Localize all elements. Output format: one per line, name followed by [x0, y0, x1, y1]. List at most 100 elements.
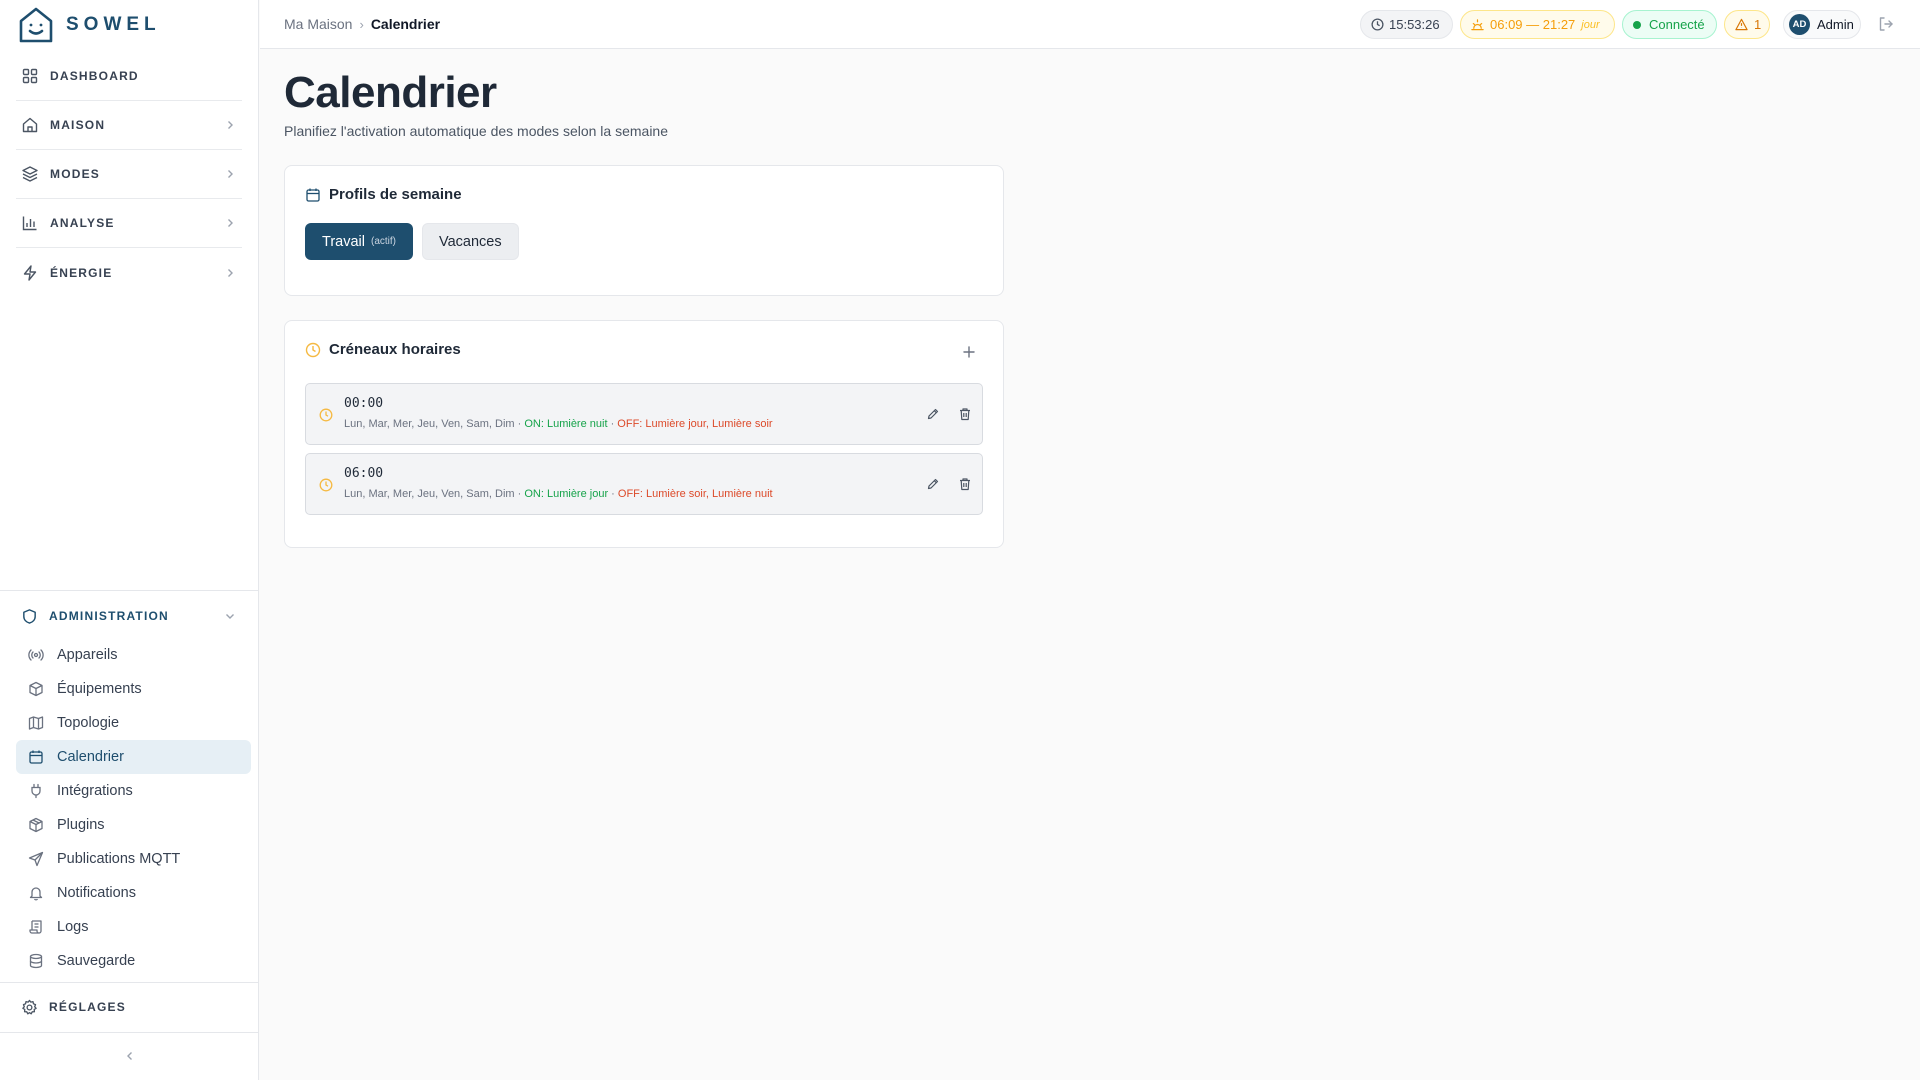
sidebar: SOWEL DASHBOARD MAISON MODES ANALYSE ÉNE…	[0, 0, 259, 1080]
slot-details: Lun, Mar, Mer, Jeu, Ven, Sam, Dim · ON: …	[344, 488, 773, 500]
time-slots-card: Créneaux horaires 00:00 Lun, Mar, Mer, J…	[284, 320, 1004, 548]
sidebar-item-notifications[interactable]: Notifications	[16, 876, 251, 910]
clock-icon	[319, 408, 333, 422]
logout-button[interactable]	[1877, 15, 1895, 33]
logout-icon	[1877, 15, 1895, 33]
slot-separator: ·	[607, 418, 618, 430]
nav-item-modes[interactable]: MODES	[16, 150, 242, 199]
house-logo-icon	[18, 6, 54, 44]
nav-label: MODES	[50, 167, 101, 181]
scroll-icon	[28, 919, 44, 935]
sidebar-item-label: Intégrations	[57, 783, 133, 799]
top-bar: Ma Maison › Calendrier 15:53:26 06:09 — …	[260, 0, 1920, 49]
user-menu[interactable]: AD Admin	[1783, 10, 1861, 39]
week-profiles-card: Profils de semaine Travail (actif) Vacan…	[284, 165, 1004, 296]
box-icon	[28, 681, 44, 697]
card-header: Créneaux horaires	[305, 341, 461, 358]
delete-slot-button[interactable]	[958, 477, 972, 491]
nav-item-dashboard[interactable]: DASHBOARD	[16, 52, 242, 101]
sidebar-item-label: Calendrier	[57, 749, 124, 765]
trash-icon	[960, 408, 970, 421]
gear-icon	[21, 999, 38, 1016]
active-tag: (actif)	[370, 236, 396, 247]
sidebar-item-logs[interactable]: Logs	[16, 910, 251, 944]
user-name: Admin	[1817, 17, 1854, 32]
page-subtitle: Planifiez l'activation automatique des m…	[284, 123, 669, 139]
calendar-icon	[28, 749, 44, 765]
profile-button-vacances[interactable]: Vacances	[421, 223, 519, 260]
sidebar-item-calendrier[interactable]: Calendrier	[16, 740, 251, 774]
sidebar-item-label: Équipements	[57, 681, 142, 697]
nav-item-analyse[interactable]: ANALYSE	[16, 199, 242, 248]
brand-name: SOWEL	[66, 14, 161, 35]
nav-item-energie[interactable]: ÉNERGIE	[16, 248, 242, 297]
sidebar-divider	[0, 982, 259, 983]
slot-time: 00:00	[344, 396, 384, 411]
slot-days: Lun, Mar, Mer, Jeu, Ven, Sam, Dim	[344, 418, 515, 430]
profile-button-travail[interactable]: Travail (actif)	[305, 223, 413, 260]
grid-icon	[21, 67, 39, 85]
slot-days: Lun, Mar, Mer, Jeu, Ven, Sam, Dim	[344, 488, 515, 500]
sidebar-item-label: Publications MQTT	[57, 851, 181, 867]
sun-times-pill: 06:09 — 21:27 jour	[1460, 10, 1615, 39]
card-header: Profils de semaine	[305, 186, 462, 203]
time-slot: 00:00 Lun, Mar, Mer, Jeu, Ven, Sam, Dim …	[305, 383, 983, 445]
edit-slot-button[interactable]	[926, 477, 940, 491]
slot-off-modes: OFF: Lumière soir, Lumière nuit	[617, 488, 773, 500]
sidebar-item-publications-mqtt[interactable]: Publications MQTT	[16, 842, 251, 876]
main-nav: DASHBOARD MAISON MODES ANALYSE ÉNERGIE	[16, 52, 242, 297]
layers-icon	[21, 165, 39, 183]
sidebar-item-integrations[interactable]: Intégrations	[16, 774, 251, 808]
shield-icon	[21, 608, 38, 625]
current-time: 15:53:26	[1389, 17, 1440, 32]
slot-off-modes: OFF: Lumière jour, Lumière soir	[617, 418, 773, 430]
sidebar-item-label: Topologie	[57, 715, 120, 731]
chevron-right-icon	[224, 168, 236, 180]
database-icon	[28, 953, 44, 969]
sidebar-item-equipements[interactable]: Équipements	[16, 672, 251, 706]
breadcrumb-link-home[interactable]: Ma Maison	[284, 16, 352, 32]
admin-section-label: ADMINISTRATION	[49, 609, 169, 623]
breadcrumb-current: Calendrier	[370, 16, 441, 32]
nav-label: DASHBOARD	[50, 69, 139, 83]
sidebar-item-label: Plugins	[57, 817, 105, 833]
alerts-pill[interactable]: 1	[1724, 10, 1770, 39]
sidebar-item-label: Notifications	[57, 885, 136, 901]
breadcrumb-separator: ›	[359, 16, 364, 32]
pencil-icon	[927, 478, 939, 490]
collapse-sidebar-button[interactable]	[120, 1046, 140, 1066]
clock-icon	[319, 478, 333, 492]
warning-icon	[1735, 18, 1748, 31]
pencil-icon	[927, 408, 939, 420]
sidebar-item-appareils[interactable]: Appareils	[16, 638, 251, 672]
edit-slot-button[interactable]	[926, 407, 940, 421]
sidebar-item-topologie[interactable]: Topologie	[16, 706, 251, 740]
nav-item-reglages[interactable]: RÉGLAGES	[16, 994, 242, 1020]
package-icon	[28, 817, 44, 833]
slot-separator: ·	[514, 418, 525, 430]
add-slot-button[interactable]	[961, 344, 977, 360]
profile-label: Travail	[322, 233, 365, 250]
sidebar-item-plugins[interactable]: Plugins	[16, 808, 251, 842]
day-period: jour	[1581, 18, 1600, 31]
delete-slot-button[interactable]	[958, 407, 972, 421]
time-slot: 06:00 Lun, Mar, Mer, Jeu, Ven, Sam, Dim …	[305, 453, 983, 515]
clock-pill: 15:53:26	[1360, 10, 1453, 39]
radio-icon	[28, 647, 44, 663]
plug-icon	[28, 783, 44, 799]
logo[interactable]: SOWEL	[18, 5, 161, 45]
sidebar-item-label: Logs	[57, 919, 89, 935]
clock-icon	[1371, 18, 1384, 31]
calendar-icon	[305, 187, 321, 203]
send-icon	[28, 851, 44, 867]
nav-label: ÉNERGIE	[50, 265, 113, 280]
card-title: Créneaux horaires	[329, 341, 461, 358]
sidebar-divider	[0, 590, 259, 591]
sunrise-icon	[1471, 18, 1484, 31]
chevron-left-icon	[124, 1050, 136, 1062]
sidebar-item-sauvegarde[interactable]: Sauvegarde	[16, 944, 251, 978]
nav-item-maison[interactable]: MAISON	[16, 101, 242, 150]
admin-section-toggle[interactable]: ADMINISTRATION	[16, 603, 242, 629]
profile-label: Vacances	[438, 233, 502, 250]
plus-icon	[961, 344, 977, 360]
